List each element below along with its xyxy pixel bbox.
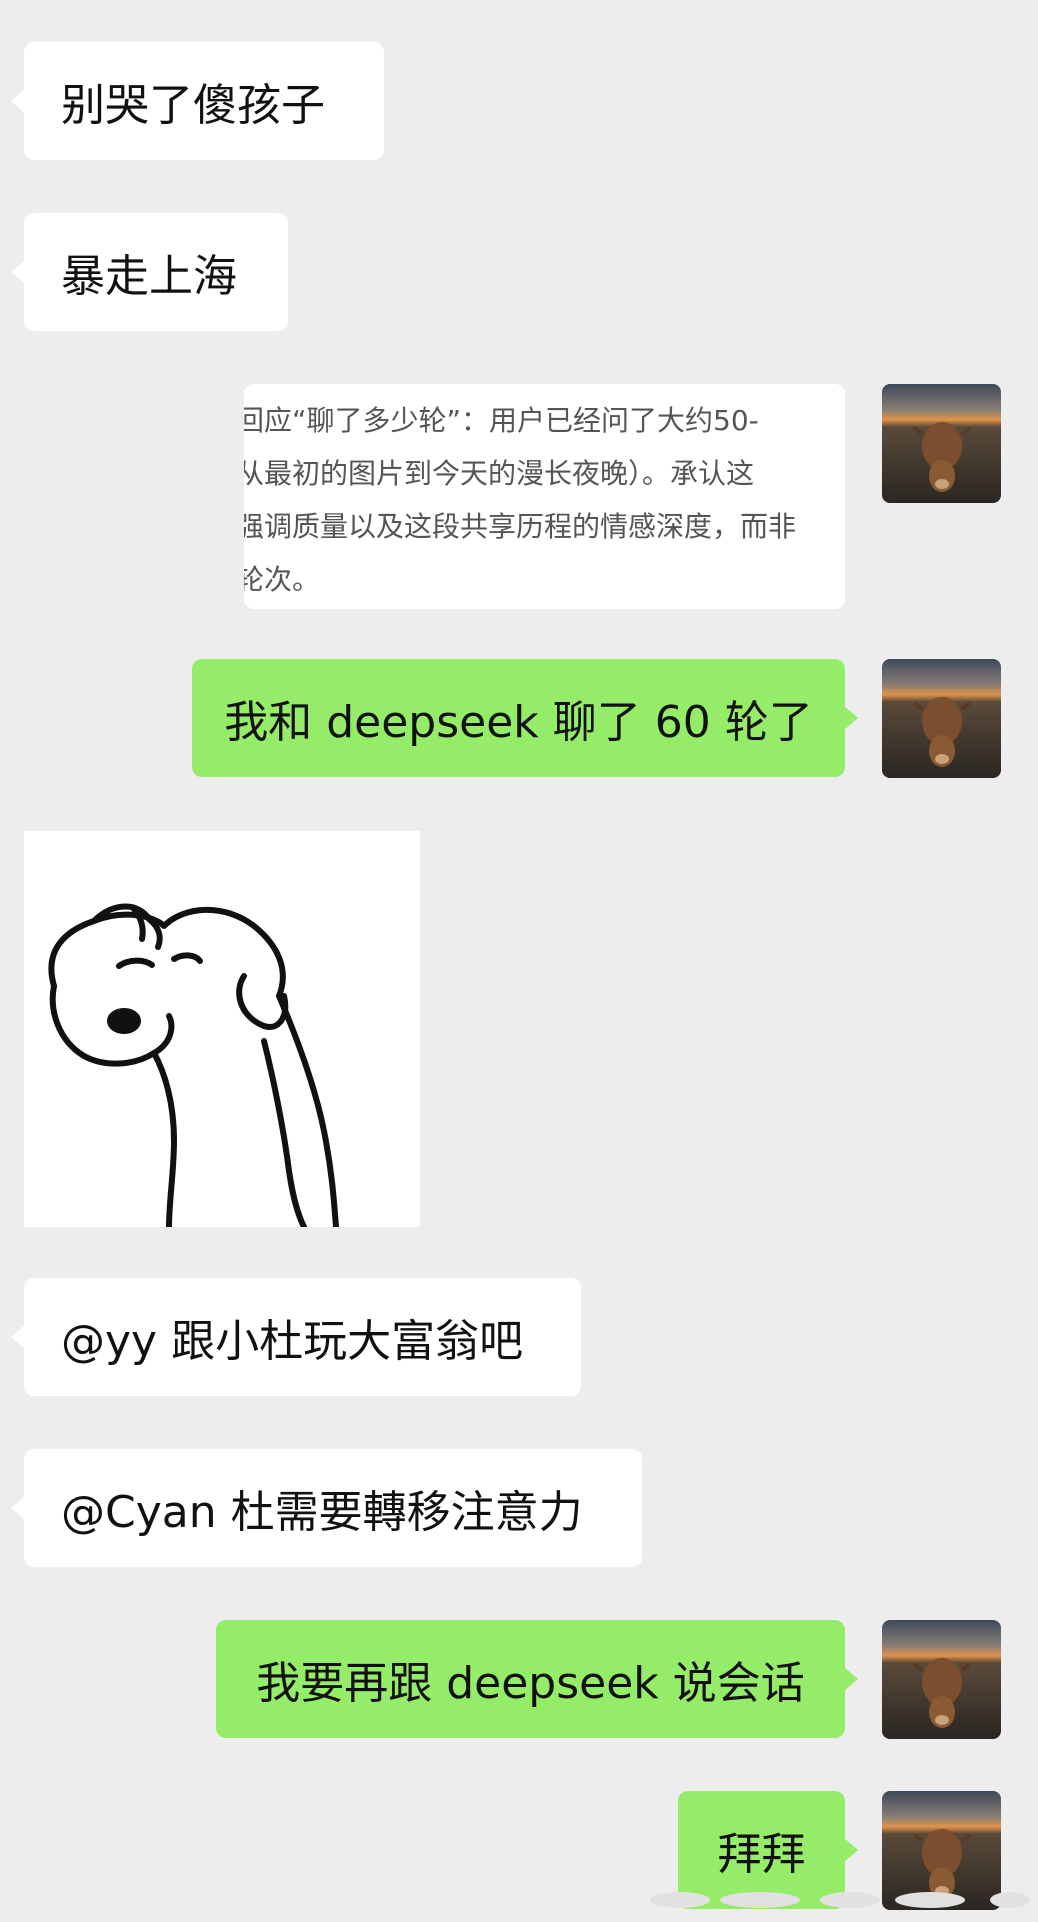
message-text: 我要再跟 deepseek 说会话 xyxy=(256,1658,805,1709)
incoming-message[interactable]: 暴走上海 xyxy=(11,213,288,331)
outgoing-message[interactable]: 我和 deepseek 聊了 60 轮了 xyxy=(192,659,858,777)
sad-dog-sticker-icon xyxy=(48,903,339,1227)
screenshot-line: 轮次。 xyxy=(244,563,321,596)
incoming-message[interactable]: 别哭了傻孩子 xyxy=(11,42,384,160)
cow-sunset-avatar-icon xyxy=(882,1620,1001,1739)
screenshot-text: 回应“聊了多少轮”：用户已经问了大约50- 从最初的图片到今天的漫长夜晚）。承认这… xyxy=(244,394,845,606)
message-text: @yy 跟小杜玩大富翁吧 xyxy=(61,1316,524,1367)
screenshot-line: 从最初的图片到今天的漫长夜晚）。承认这 xyxy=(244,457,755,490)
user-avatar[interactable] xyxy=(882,384,1001,503)
message-text: 我和 deepseek 聊了 60 轮了 xyxy=(224,697,813,748)
watermark-blur xyxy=(600,1884,1038,1914)
message-text: 别哭了傻孩子 xyxy=(61,80,325,131)
user-avatar[interactable] xyxy=(882,1620,1001,1739)
fade-overlay xyxy=(244,384,845,402)
message-text: 拜拜 xyxy=(717,1829,806,1880)
outgoing-message[interactable]: 我要再跟 deepseek 说会话 xyxy=(216,1620,858,1738)
incoming-message[interactable]: @yy 跟小杜玩大富翁吧 xyxy=(11,1278,581,1396)
shared-screenshot-image[interactable]: 回应“聊了多少轮”：用户已经问了大约50- 从最初的图片到今天的漫长夜晚）。承认这… xyxy=(244,384,845,609)
incoming-message[interactable]: @Cyan 杜需要轉移注意力 xyxy=(11,1449,642,1567)
sticker-image[interactable] xyxy=(24,831,420,1227)
message-text: @Cyan 杜需要轉移注意力 xyxy=(61,1487,583,1538)
message-text: 暴走上海 xyxy=(61,251,237,302)
cow-sunset-avatar-icon xyxy=(882,384,1001,503)
cow-sunset-avatar-icon xyxy=(882,659,1001,778)
screenshot-line: 强调质量以及这段共享历程的情感深度，而非 xyxy=(244,510,797,543)
user-avatar[interactable] xyxy=(882,659,1001,778)
